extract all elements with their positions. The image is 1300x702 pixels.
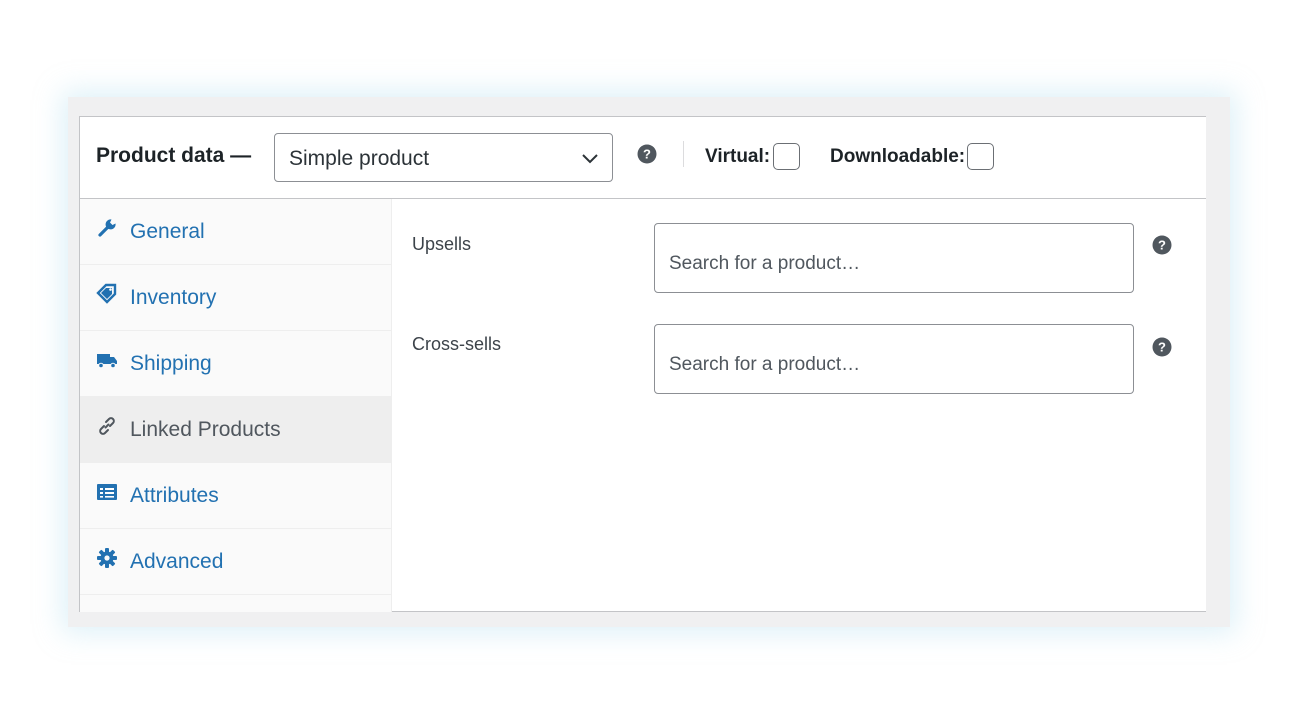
wrench-icon xyxy=(96,217,118,239)
list-icon xyxy=(96,481,118,503)
tab-label: Shipping xyxy=(130,352,212,375)
product-data-header: Product data — Simple product ? Virtual: xyxy=(80,117,1206,199)
gear-icon xyxy=(96,547,118,569)
cross-sells-search-input[interactable]: Search for a product… xyxy=(654,324,1134,394)
product-data-panel: Product data — Simple product ? Virtual: xyxy=(79,116,1206,612)
product-data-tabs: General Inventory Shipping Linked Produc… xyxy=(80,199,392,612)
tab-general[interactable]: General xyxy=(80,199,392,265)
chevron-down-icon xyxy=(580,150,600,166)
tab-shipping[interactable]: Shipping xyxy=(80,331,392,397)
question-circle-icon[interactable]: ? xyxy=(637,144,657,164)
tab-attributes[interactable]: Attributes xyxy=(80,463,392,529)
panel-title: Product data — xyxy=(96,144,252,167)
question-circle-icon[interactable]: ? xyxy=(1152,337,1172,357)
truck-icon xyxy=(96,349,118,371)
product-type-select[interactable]: Simple product xyxy=(274,133,613,182)
tabs-footer xyxy=(80,595,392,612)
tab-label: General xyxy=(130,220,205,243)
upsells-label: Upsells xyxy=(412,234,472,254)
upsells-placeholder: Search for a product… xyxy=(669,253,861,274)
downloadable-label: Downloadable: xyxy=(830,146,966,167)
tab-label: Advanced xyxy=(130,550,224,573)
tab-inventory[interactable]: Inventory xyxy=(80,265,392,331)
tab-linked-products[interactable]: Linked Products xyxy=(80,397,392,463)
cross-sells-placeholder: Search for a product… xyxy=(669,354,861,375)
upsells-search-input[interactable]: Search for a product… xyxy=(654,223,1134,293)
virtual-label: Virtual: xyxy=(705,146,771,167)
downloadable-checkbox[interactable] xyxy=(967,143,994,170)
svg-text:?: ? xyxy=(643,147,651,162)
stage: Product data — Simple product ? Virtual: xyxy=(0,0,1300,702)
header-divider xyxy=(683,141,684,167)
cross-sells-label: Cross-sells xyxy=(412,334,502,354)
tab-label: Attributes xyxy=(130,484,219,507)
virtual-checkbox[interactable] xyxy=(773,143,800,170)
link-icon xyxy=(96,415,118,437)
tab-label: Linked Products xyxy=(130,418,281,441)
svg-text:?: ? xyxy=(1158,340,1166,355)
product-type-value: Simple product xyxy=(289,147,430,170)
tab-advanced[interactable]: Advanced xyxy=(80,529,392,595)
svg-text:?: ? xyxy=(1158,238,1166,253)
tab-label: Inventory xyxy=(130,286,217,309)
question-circle-icon[interactable]: ? xyxy=(1152,235,1172,255)
tag-icon xyxy=(96,283,118,305)
